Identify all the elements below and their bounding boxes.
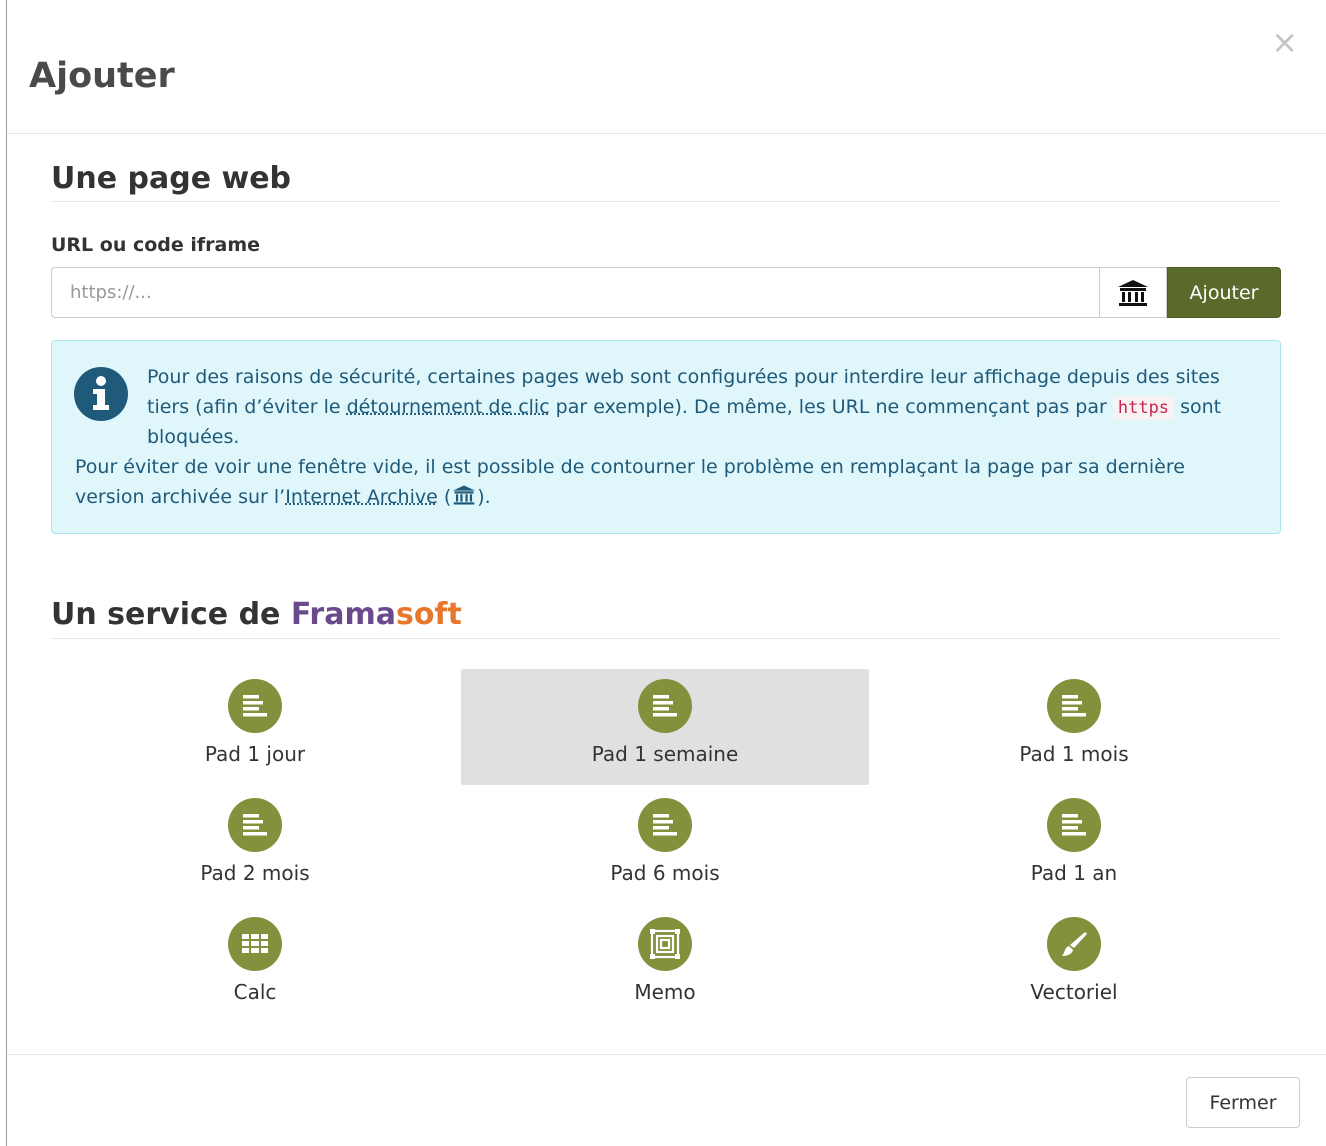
service-label: Pad 1 semaine (591, 742, 739, 766)
service-calc[interactable]: Calc (51, 907, 459, 1023)
services-title-prefix: Un service de (51, 597, 291, 632)
memo-icon (638, 917, 692, 971)
alert-paragraph-archive: Pour éviter de voir une fenêtre vide, il… (75, 453, 1255, 512)
service-pad-6-mois[interactable]: Pad 6 mois (461, 788, 869, 904)
service-label: Pad 2 mois (200, 861, 310, 885)
service-label: Calc (233, 980, 277, 1004)
url-input-group: Ajouter (51, 267, 1281, 318)
pad-icon (228, 679, 282, 733)
museum-icon (453, 484, 476, 505)
close-button[interactable]: Fermer (1186, 1077, 1300, 1128)
service-vectoriel[interactable]: Vectoriel (870, 907, 1278, 1023)
service-label: Vectoriel (1030, 980, 1118, 1004)
add-url-button[interactable]: Ajouter (1167, 267, 1281, 318)
url-input[interactable] (51, 267, 1099, 318)
service-label: Pad 1 an (1030, 861, 1118, 885)
archive-button[interactable] (1099, 267, 1167, 318)
pad-icon (638, 798, 692, 852)
alert-text: ). (477, 485, 491, 508)
modal-footer: Fermer (7, 1054, 1326, 1146)
brush-icon (1047, 917, 1101, 971)
info-icon (74, 367, 128, 421)
service-label: Pad 6 mois (610, 861, 720, 885)
pad-icon (638, 679, 692, 733)
webpage-section-title: Une page web (51, 160, 1280, 202)
brand-frama: Frama (290, 597, 396, 632)
brand-soft: soft (395, 597, 462, 632)
service-label: Memo (634, 980, 696, 1004)
pad-icon (228, 798, 282, 852)
service-pad-1-mois[interactable]: Pad 1 mois (870, 669, 1278, 785)
service-memo[interactable]: Memo (461, 907, 869, 1023)
internet-archive-link[interactable]: Internet Archive (285, 486, 438, 508)
service-pad-1-jour[interactable]: Pad 1 jour (51, 669, 459, 785)
grid-icon (228, 917, 282, 971)
modal-header: Ajouter × (7, 0, 1326, 134)
service-pad-1-semaine[interactable]: Pad 1 semaine (461, 669, 869, 785)
service-label: Pad 1 mois (1019, 742, 1129, 766)
service-pad-2-mois[interactable]: Pad 2 mois (51, 788, 459, 904)
security-info-alert: Pour des raisons de sécurité, certaines … (51, 340, 1281, 534)
pad-icon (1047, 679, 1101, 733)
service-pad-1-an[interactable]: Pad 1 an (870, 788, 1278, 904)
modal-title: Ajouter (29, 56, 175, 96)
alert-text: Pour éviter de voir une fenêtre vide, il… (75, 456, 1185, 508)
service-label: Pad 1 jour (204, 742, 306, 766)
pad-icon (1047, 798, 1101, 852)
add-dialog: Ajouter × Une page web URL ou code ifram… (6, 0, 1326, 1146)
services-section-title: Un service de Framasoft (51, 596, 1280, 639)
museum-icon (1118, 279, 1148, 306)
alert-text: par exemple). De même, les URL ne commen… (549, 395, 1113, 418)
clickjacking-link[interactable]: détournement de clic (347, 396, 550, 418)
https-code: https (1112, 395, 1175, 420)
alert-text: ( (437, 485, 452, 508)
close-icon[interactable]: × (1271, 26, 1298, 58)
alert-paragraph-security: Pour des raisons de sécurité, certaines … (147, 363, 1257, 453)
url-label: URL ou code iframe (51, 234, 261, 256)
